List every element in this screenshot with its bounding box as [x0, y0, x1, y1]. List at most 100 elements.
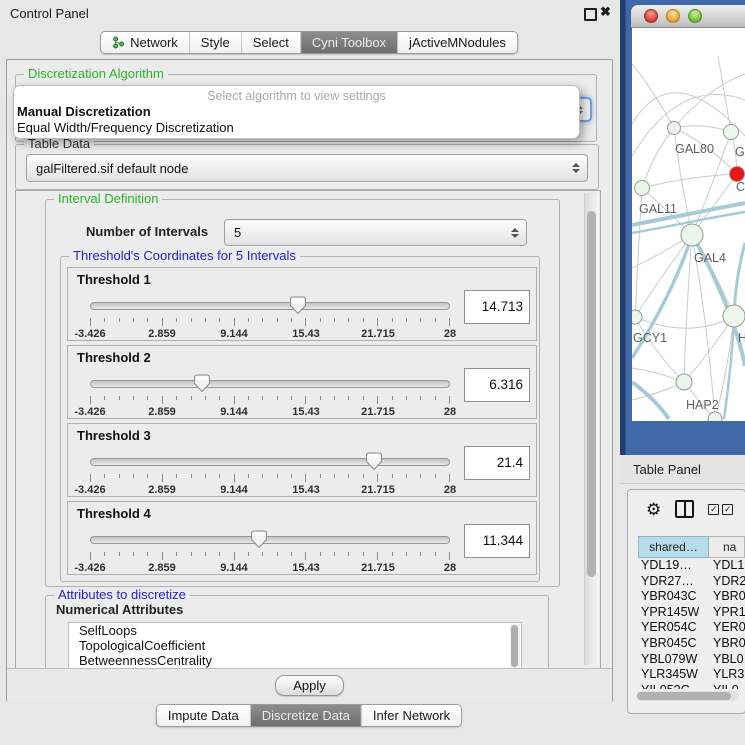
attribute-list-item[interactable]: SelfLoops [69, 623, 521, 638]
group-title: Attributes to discretize [54, 588, 190, 602]
zoom-traffic-light-icon[interactable] [688, 9, 702, 23]
algorithm-menu-item[interactable]: Equal Width/Frequency Discretization [14, 120, 579, 136]
network-canvas[interactable]: GAL80GACGAL11GAL4GCY1HHAP2 [632, 28, 745, 421]
number-of-intervals-combo[interactable]: 5 [224, 219, 527, 246]
group-title: Threshold's Coordinates for 5 Intervals [69, 249, 300, 263]
slider-track[interactable] [90, 302, 450, 310]
apply-row: Apply [7, 668, 612, 702]
threshold-slider[interactable]: -3.4262.8599.14415.4321.71528 [90, 376, 450, 418]
network-edge[interactable] [642, 174, 737, 188]
network-node[interactable] [632, 310, 642, 324]
tab-infer-network[interactable]: Infer Network [361, 705, 461, 726]
network-edge[interactable] [635, 317, 684, 382]
network-node-label: GCY1 [633, 331, 667, 345]
table-row[interactable]: YBL079WYBL0 [638, 652, 745, 668]
table-cell: YPR1 [713, 605, 745, 621]
scrollbar-thumb[interactable] [637, 692, 731, 700]
tab-impute-data[interactable]: Impute Data [157, 705, 250, 726]
threshold-value-field[interactable]: 11.344 [464, 524, 530, 558]
network-node[interactable] [708, 412, 722, 421]
threshold-slider[interactable]: -3.4262.8599.14415.4321.71528 [90, 298, 450, 340]
network-node[interactable] [681, 224, 703, 246]
table-row[interactable]: YDL19…YDL1 [638, 558, 745, 574]
table-row[interactable]: YBR043CYBR0 [638, 589, 745, 605]
numerical-attributes-list[interactable]: SelfLoopsTopologicalCoefficientBetweenne… [68, 622, 522, 670]
slider-handle[interactable] [194, 374, 210, 393]
network-icon [112, 36, 125, 49]
minimize-traffic-light-icon[interactable] [666, 9, 680, 23]
attribute-list-item[interactable]: TopologicalCoefficient [69, 638, 521, 653]
network-node-label: GAL11 [639, 202, 677, 216]
close-traffic-light-icon[interactable] [644, 9, 658, 23]
close-icon[interactable]: ✖ [600, 4, 611, 20]
slider-handle[interactable] [366, 452, 382, 471]
table-cell: YBR043C [638, 589, 713, 605]
slider-handle[interactable] [251, 530, 267, 549]
table-cell: YDR27… [638, 574, 713, 590]
threshold-value-field[interactable]: 21.4 [464, 446, 530, 480]
attributes-group: Attributes to discretize Numerical Attri… [45, 595, 549, 670]
table-row[interactable]: YPR145WYPR1 [638, 605, 745, 621]
table-column-header[interactable]: shared… [638, 536, 709, 558]
slider-track[interactable] [90, 380, 450, 388]
network-node[interactable] [676, 374, 692, 390]
network-edge[interactable] [632, 64, 674, 128]
slider-handle[interactable] [290, 296, 306, 315]
slider-track[interactable] [90, 458, 450, 466]
network-edge[interactable] [718, 56, 731, 132]
tab-discretize-data[interactable]: Discretize Data [250, 705, 361, 726]
table-row[interactable]: YBR045CYBR0 [638, 636, 745, 652]
top-tab-bar: Network StyleSelectCyni Toolbox jActiveMNo… [100, 31, 518, 54]
tab-select[interactable]: Select [241, 32, 300, 53]
threshold-panel: Threshold 1 -3.4262.8599.14415.4321.71528… [67, 267, 537, 341]
network-node[interactable] [635, 181, 650, 196]
slider-track[interactable] [90, 536, 450, 544]
select-columns-icon[interactable]: ✓ ✓ [708, 504, 733, 515]
network-edge[interactable] [674, 126, 731, 132]
panel-title: Control Panel [10, 6, 89, 21]
network-node[interactable] [668, 122, 681, 135]
vertical-scrollbar[interactable] [584, 193, 599, 665]
algorithm-menu-item[interactable]: Manual Discretization [14, 104, 579, 120]
table-row[interactable]: YER054CYER0 [638, 620, 745, 636]
tab-style[interactable]: Style [189, 32, 241, 53]
table-row[interactable]: YIL052CYIL0 [638, 683, 745, 689]
table-panel-title: Table Panel [620, 457, 745, 484]
tab-jactivemnodules[interactable]: jActiveMNodules [397, 32, 517, 53]
node-table: shared…na YDL19…YDL1YDR27…YDR2YBR043CYBR… [638, 536, 745, 689]
scrollbar-thumb[interactable] [511, 625, 518, 667]
threshold-slider[interactable]: -3.4262.8599.14415.4321.71528 [90, 532, 450, 574]
network-edge[interactable] [642, 128, 674, 188]
split-columns-icon[interactable] [675, 500, 694, 518]
network-node[interactable] [724, 125, 739, 140]
table-row[interactable]: YDR27…YDR2 [638, 574, 745, 590]
network-edge[interactable] [674, 74, 745, 128]
table-rows: YDL19…YDL1YDR27…YDR2YBR043CYBR0YPR145WYP… [638, 558, 745, 689]
table-column-header[interactable]: na [709, 536, 745, 558]
table-row[interactable]: YLR345WYLR3 [638, 667, 745, 683]
list-scrollbar[interactable] [510, 624, 520, 670]
tab-cyni-toolbox[interactable]: Cyni Toolbox [300, 32, 397, 53]
table-data-combo[interactable]: galFiltered.sif default node [26, 154, 588, 182]
network-window-titlebar[interactable] [631, 5, 745, 28]
network-graph: GAL80GACGAL11GAL4GCY1HHAP2 [632, 28, 745, 421]
tab-label: jActiveMNodules [409, 35, 506, 50]
algorithm-menu-item[interactable]: Select algorithm to view settings [14, 88, 579, 104]
threshold-value-field[interactable]: 14.713 [464, 290, 530, 324]
float-window-icon[interactable] [584, 8, 597, 21]
scrollbar-thumb[interactable] [587, 211, 596, 577]
network-edge-highlighted[interactable] [632, 382, 669, 419]
attribute-list-item[interactable]: BetweennessCentrality [69, 653, 521, 668]
network-node[interactable] [723, 305, 745, 327]
threshold-value-field[interactable]: 6.316 [464, 368, 530, 402]
gear-icon[interactable]: ⚙ [646, 501, 661, 518]
threshold-label: Threshold 1 [77, 272, 151, 287]
slider-tick-labels: -3.4262.8599.14415.4321.71528 [90, 328, 450, 340]
network-edge-highlighted[interactable] [724, 316, 734, 419]
tab-network[interactable]: Network [101, 32, 189, 53]
tab-label: Network [130, 35, 178, 50]
stepper-arrows-icon [511, 228, 519, 238]
horizontal-scrollbar[interactable] [636, 691, 739, 701]
threshold-slider[interactable]: -3.4262.8599.14415.4321.71528 [90, 454, 450, 496]
apply-button[interactable]: Apply [275, 675, 344, 696]
